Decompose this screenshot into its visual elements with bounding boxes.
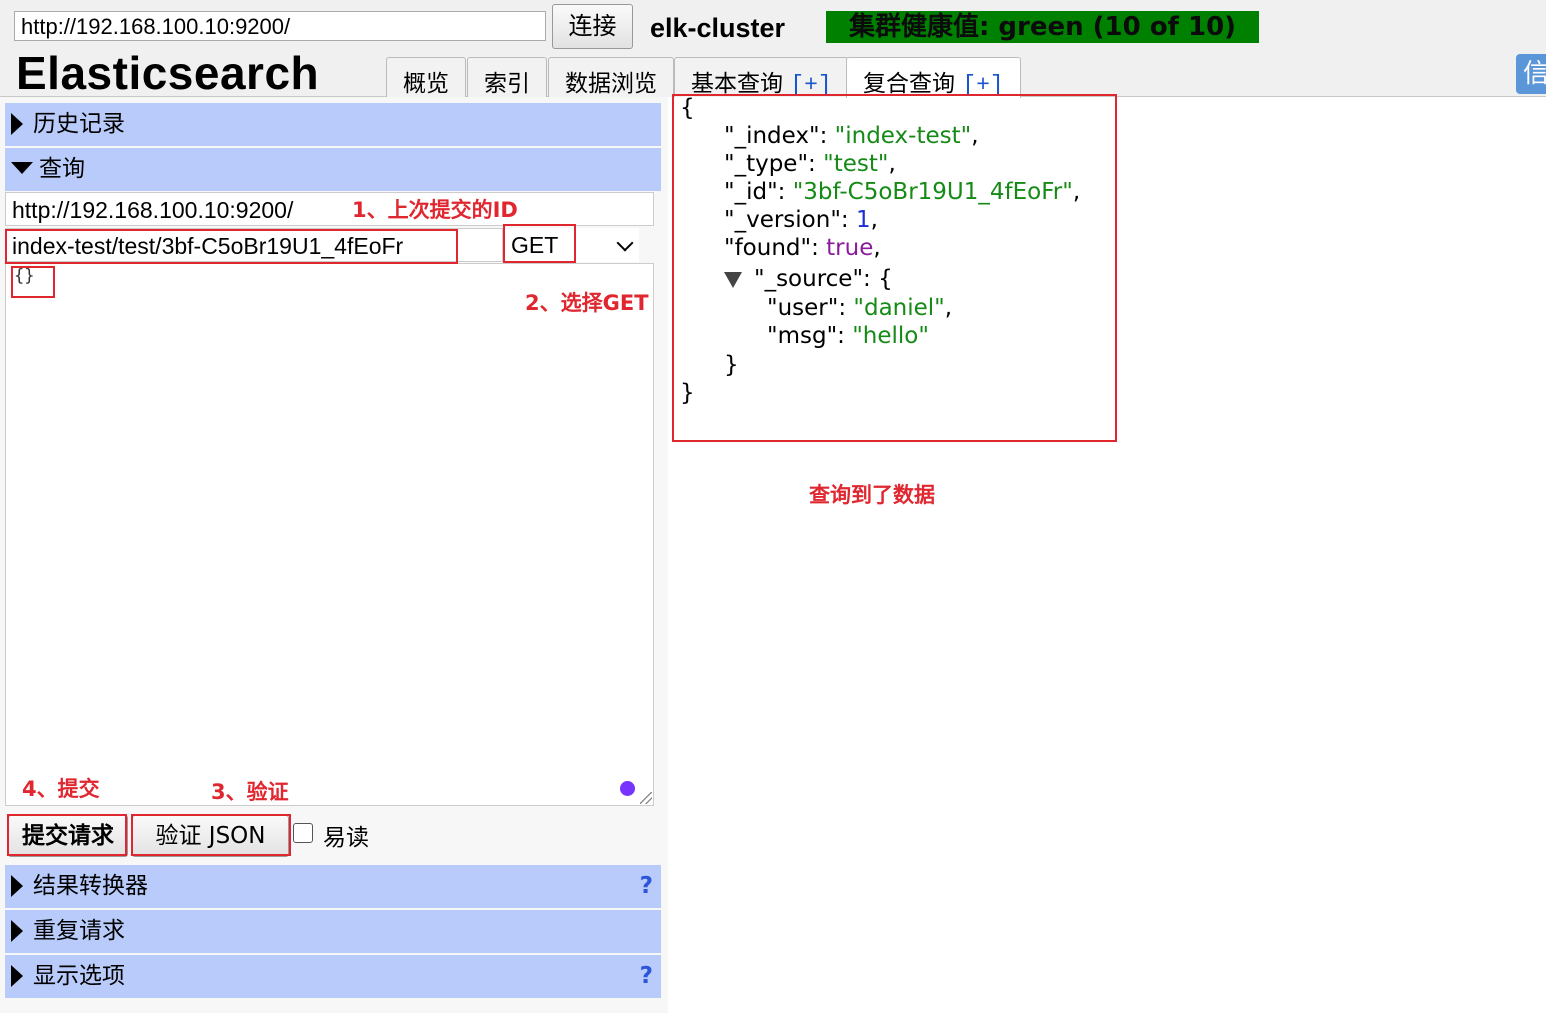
section-label: 历史记录	[33, 111, 125, 137]
expand-arrow-icon	[11, 920, 23, 942]
section-query[interactable]: 查询	[5, 148, 661, 191]
annotation-box-submit	[7, 814, 127, 856]
annotation-step-3: 3、验证	[211, 780, 289, 804]
tab-basic-query[interactable]: 基本查询 [+]	[674, 57, 849, 98]
info-button[interactable]: 信	[1516, 54, 1546, 94]
annotation-box-method	[503, 224, 576, 263]
connect-button[interactable]: 连接	[552, 4, 633, 49]
tab-label: 索引	[484, 71, 530, 97]
collapse-arrow-icon	[11, 162, 33, 174]
help-icon[interactable]: ?	[640, 865, 653, 908]
tab-overview[interactable]: 概览	[386, 57, 466, 97]
resize-handle-icon[interactable]	[640, 792, 652, 804]
section-label: 结果转换器	[33, 873, 148, 899]
tab-data-browse[interactable]: 数据浏览	[548, 57, 674, 97]
tab-label: 概览	[403, 71, 449, 97]
annotation-step-4: 4、提交	[22, 777, 100, 801]
section-label: 显示选项	[33, 963, 125, 989]
annotation-step-1: 1、上次提交的ID	[352, 198, 518, 222]
request-body-editor[interactable]	[5, 263, 654, 806]
annotation-step-2: 2、选择GET	[525, 291, 649, 315]
app-logo: Elasticsearch	[16, 47, 320, 99]
request-host-input[interactable]: http://192.168.100.10:9200/	[5, 192, 654, 226]
pretty-checkbox[interactable]	[293, 823, 313, 843]
pretty-label: 易读	[323, 825, 369, 851]
expand-arrow-icon	[11, 113, 23, 135]
section-repeat-request[interactable]: 重复请求	[5, 910, 661, 953]
editor-status-dot	[620, 781, 635, 796]
help-icon[interactable]: ?	[640, 955, 653, 998]
cluster-url-input[interactable]: http://192.168.100.10:9200/	[14, 11, 546, 41]
annotation-result: 查询到了数据	[809, 483, 935, 507]
section-label: 重复请求	[33, 918, 125, 944]
section-history[interactable]: 历史记录	[5, 103, 661, 146]
section-label: 查询	[39, 156, 85, 182]
cluster-health-badge: 集群健康值: green (10 of 10)	[826, 11, 1259, 43]
expand-arrow-icon	[11, 875, 23, 897]
cluster-name: elk-cluster	[650, 13, 786, 43]
annotation-box-validate	[131, 814, 291, 856]
annotation-box-result	[672, 94, 1117, 442]
tab-indices[interactable]: 索引	[467, 57, 547, 97]
tab-compound-query[interactable]: 复合查询 [+]	[846, 57, 1021, 98]
annotation-box-body	[11, 266, 55, 298]
section-result-transformer[interactable]: 结果转换器 ?	[5, 865, 661, 908]
expand-arrow-icon	[11, 965, 23, 987]
tab-label: 数据浏览	[565, 71, 657, 97]
chevron-down-icon	[616, 234, 634, 252]
section-display-options[interactable]: 显示选项 ?	[5, 955, 661, 998]
annotation-box-path	[5, 229, 458, 264]
